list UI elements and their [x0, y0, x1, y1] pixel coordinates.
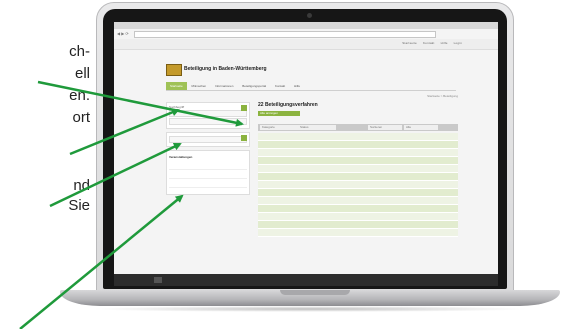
procedure-date: [378, 188, 458, 197]
table-row[interactable]: [258, 140, 458, 149]
search-box: Suchbegriff: [166, 102, 250, 129]
procedure-name[interactable]: [258, 156, 378, 165]
filter-dropdown[interactable]: Sortieren: [368, 125, 402, 130]
page-title: 22 Beteiligungsverfahren: [258, 102, 318, 108]
secondary-go-button[interactable]: [241, 135, 247, 141]
procedure-date: [378, 148, 458, 157]
footer-logo-icon: [154, 277, 162, 283]
procedure-name[interactable]: [258, 164, 378, 173]
laptop-hinge-notch: [280, 290, 350, 295]
site-topbar: Startseite Kontakt Hilfe Login: [114, 39, 498, 50]
procedure-name[interactable]: [258, 172, 378, 181]
nav-item[interactable]: Beteiligungsportal: [238, 82, 270, 90]
procedure-date: [378, 164, 458, 173]
laptop-screen: ◀ ▶ ⟳ Startseite Kontakt Hilfe Login Bet…: [114, 22, 498, 286]
text-line-4: ort: [72, 109, 90, 126]
search-label: Suchbegriff: [169, 105, 185, 109]
events-item[interactable]: [169, 179, 247, 188]
procedure-name[interactable]: [258, 140, 378, 149]
procedure-name[interactable]: [258, 148, 378, 157]
filter-dropdown[interactable]: Kategorie: [260, 125, 298, 130]
table-row[interactable]: [258, 164, 458, 173]
site-top-links: Startseite Kontakt Hilfe Login: [397, 41, 462, 45]
table-row[interactable]: [258, 196, 458, 205]
main-content: 22 Beteiligungsverfahren Alle anzeigen K…: [258, 102, 458, 237]
text-line-6: Sie: [68, 197, 90, 214]
procedure-name[interactable]: [258, 133, 378, 141]
site-title: Beteiligung in Baden-Württemberg: [184, 66, 267, 72]
procedure-date: [378, 156, 458, 165]
search-go-button[interactable]: [241, 105, 247, 111]
procedure-date: [378, 204, 458, 213]
procedure-date: [378, 228, 458, 237]
table-row[interactable]: [258, 220, 458, 229]
show-all-button[interactable]: Alle anzeigen: [258, 111, 300, 116]
procedure-date: [378, 140, 458, 149]
nav-item[interactable]: Mitmachen: [188, 82, 211, 90]
table-row[interactable]: [258, 228, 458, 237]
state-logo-icon: [166, 64, 182, 76]
secondary-search-box: [166, 132, 250, 147]
procedure-date: [378, 133, 458, 141]
procedure-date: [378, 180, 458, 189]
top-link[interactable]: Startseite: [402, 41, 417, 45]
procedure-date: [378, 196, 458, 205]
procedure-name[interactable]: [258, 212, 378, 221]
laptop-shadow: [90, 306, 530, 312]
events-item[interactable]: [169, 161, 247, 170]
events-item[interactable]: [169, 170, 247, 179]
browser-address-bar[interactable]: [134, 31, 436, 38]
text-line-3: en.: [69, 87, 90, 104]
nav-item[interactable]: Informationen: [211, 82, 237, 90]
table-row[interactable]: [258, 148, 458, 157]
text-line-5: nd: [73, 177, 90, 194]
sidebar: Suchbegriff Veranstaltungen: [166, 102, 250, 198]
procedure-name[interactable]: [258, 180, 378, 189]
procedure-name[interactable]: [258, 228, 378, 237]
camera-icon: [307, 13, 312, 18]
browser-nav-buttons[interactable]: ◀ ▶ ⟳: [117, 31, 129, 36]
sidebar-text: [169, 188, 247, 192]
procedure-date: [378, 220, 458, 229]
cropped-side-text: ch- ell en. ort nd Sie: [0, 0, 90, 260]
filter-dropdown[interactable]: Alle: [404, 125, 438, 130]
table-row[interactable]: [258, 204, 458, 213]
secondary-input[interactable]: [169, 136, 247, 143]
events-heading: Veranstaltungen: [169, 155, 193, 159]
table-row[interactable]: [258, 156, 458, 165]
table-row[interactable]: [258, 172, 458, 181]
site-footer: [114, 274, 498, 286]
browser-titlebar: [114, 22, 498, 29]
filter-dropdown[interactable]: Status: [298, 125, 336, 130]
procedure-name[interactable]: [258, 196, 378, 205]
top-link[interactable]: Hilfe: [441, 41, 448, 45]
table-row[interactable]: [258, 133, 458, 141]
text-line-2: ell: [74, 65, 90, 82]
filter-bar: Kategorie Status Sortieren Alle: [258, 124, 458, 131]
table-row[interactable]: [258, 188, 458, 197]
search-input[interactable]: [169, 110, 247, 117]
procedure-name[interactable]: [258, 188, 378, 197]
filter-input[interactable]: [169, 118, 247, 125]
nav-item[interactable]: Hilfe: [290, 82, 304, 90]
top-link[interactable]: Kontakt: [423, 41, 435, 45]
text-line-1: ch-: [69, 43, 90, 60]
nav-item[interactable]: Kontakt: [271, 82, 289, 90]
procedure-date: [378, 172, 458, 181]
table-row[interactable]: [258, 180, 458, 189]
screen-bezel: ◀ ▶ ⟳ Startseite Kontakt Hilfe Login Bet…: [103, 9, 507, 289]
procedure-name[interactable]: [258, 220, 378, 229]
laptop-lid: ◀ ▶ ⟳ Startseite Kontakt Hilfe Login Bet…: [96, 2, 514, 294]
events-box: Veranstaltungen: [166, 150, 250, 195]
procedure-name[interactable]: [258, 204, 378, 213]
table-row[interactable]: [258, 212, 458, 221]
nav-item[interactable]: Startseite: [166, 82, 187, 90]
top-link[interactable]: Login: [454, 41, 462, 45]
main-navigation: Startseite Mitmachen Informationen Betei…: [166, 82, 456, 91]
procedures-table: [258, 133, 458, 237]
procedure-date: [378, 212, 458, 221]
breadcrumb: Startseite > Beteiligung: [427, 94, 458, 98]
